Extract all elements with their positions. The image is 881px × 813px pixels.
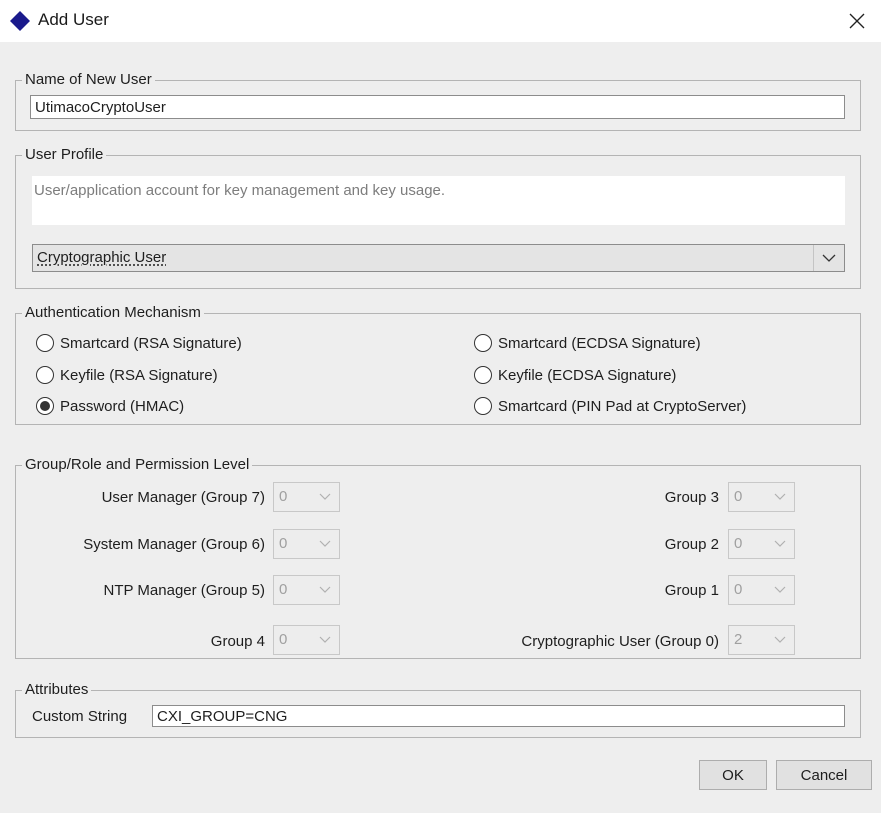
radio-smartcard-rsa[interactable]: Smartcard (RSA Signature) [36,334,242,352]
perm-value: 0 [734,488,743,505]
perm-value: 2 [734,631,743,648]
ok-button[interactable]: OK [699,760,767,790]
permissions-legend: Group/Role and Permission Level [25,456,250,473]
perm-label-group0: Cryptographic User (Group 0) [521,633,719,650]
radio-smartcard-pinpad[interactable]: Smartcard (PIN Pad at CryptoServer) [474,397,746,415]
perm-select-group1[interactable]: 0 [728,575,795,605]
profile-description: User/application account for key managem… [32,176,845,225]
perm-label-group2: Group 2 [664,536,719,553]
attributes-legend: Attributes [25,681,89,698]
cancel-button[interactable]: Cancel [776,760,872,790]
radio-dot [40,401,50,411]
perm-label-group3: Group 3 [664,489,719,506]
chevron-down-icon [774,540,786,547]
perm-value: 0 [734,581,743,598]
auth-mechanism-legend: Authentication Mechanism [25,304,201,321]
perm-value: 0 [734,535,743,552]
radio-button [474,334,492,352]
perm-value: 0 [279,535,288,552]
perm-value: 0 [279,581,288,598]
window-title: Add User [38,10,109,29]
radio-label: Keyfile (RSA Signature) [60,366,218,384]
custom-string-label: Custom String [32,708,128,725]
close-button[interactable] [840,4,874,38]
perm-label-group5: NTP Manager (Group 5) [103,582,265,599]
radio-button [36,334,54,352]
radio-label: Keyfile (ECDSA Signature) [498,366,677,384]
title-bar: Add User [0,0,881,42]
radio-button-selected [36,397,54,415]
radio-label: Smartcard (RSA Signature) [60,334,242,352]
chevron-down-icon [774,636,786,643]
perm-select-group3[interactable]: 0 [728,482,795,512]
radio-button [474,397,492,415]
profile-select[interactable]: Cryptographic User [32,244,845,272]
chevron-down-icon [319,540,331,547]
perm-label-group4: Group 4 [210,633,265,650]
custom-string-input[interactable] [152,705,845,727]
close-icon [849,13,865,29]
app-diamond-icon [10,11,30,31]
user-profile-legend: User Profile [25,146,104,163]
radio-label: Smartcard (PIN Pad at CryptoServer) [498,397,747,415]
radio-button [474,366,492,384]
chevron-down-icon [774,493,786,500]
perm-select-group5[interactable]: 0 [273,575,340,605]
chevron-down-icon [319,636,331,643]
perm-select-group0[interactable]: 2 [728,625,795,655]
perm-label-group7: User Manager (Group 7) [101,489,265,506]
radio-keyfile-rsa[interactable]: Keyfile (RSA Signature) [36,366,218,384]
chevron-down-icon [774,586,786,593]
chevron-down-icon [319,586,331,593]
perm-select-group4[interactable]: 0 [273,625,340,655]
perm-select-group2[interactable]: 0 [728,529,795,559]
profile-select-value: Cryptographic User [37,249,167,266]
perm-value: 0 [279,488,288,505]
perm-value: 0 [279,631,288,648]
radio-smartcard-ecdsa[interactable]: Smartcard (ECDSA Signature) [474,334,701,352]
perm-label-group1: Group 1 [664,582,719,599]
radio-label: Password (HMAC) [60,397,185,415]
perm-label-group6: System Manager (Group 6) [83,536,265,553]
perm-select-group6[interactable]: 0 [273,529,340,559]
radio-keyfile-ecdsa[interactable]: Keyfile (ECDSA Signature) [474,366,676,384]
new-user-legend: Name of New User [25,71,152,88]
radio-password-hmac[interactable]: Password (HMAC) [36,397,184,415]
add-user-dialog: Add User Name of New User User Profile U… [0,0,881,813]
radio-button [36,366,54,384]
perm-select-group7[interactable]: 0 [273,482,340,512]
chevron-down-icon [319,493,331,500]
chevron-down-icon [813,245,844,271]
username-input[interactable] [30,95,845,119]
radio-label: Smartcard (ECDSA Signature) [498,334,701,352]
